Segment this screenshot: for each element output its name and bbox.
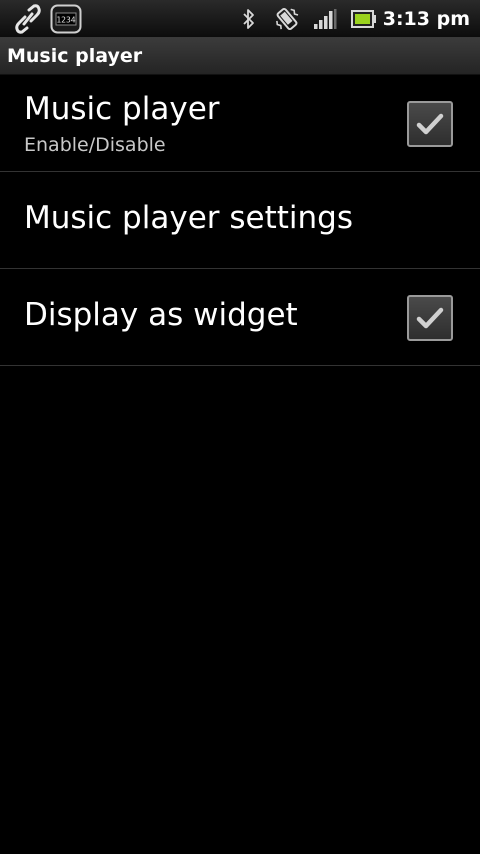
page-title: Music player <box>7 45 143 67</box>
app-1234-icon: 1234 <box>50 0 82 38</box>
pref-summary: Enable/Disable <box>24 134 166 156</box>
display-as-widget-checkbox[interactable] <box>407 295 453 341</box>
status-bar: 1234 3:13 pm <box>0 0 480 38</box>
pref-title: Music player settings <box>24 200 353 236</box>
pref-music-player-settings[interactable]: Music player settings <box>0 172 480 269</box>
music-player-checkbox[interactable] <box>407 101 453 147</box>
checkmark-icon <box>416 113 444 135</box>
link-icon <box>14 0 42 38</box>
app-icon-text: 1234 <box>56 16 75 25</box>
pref-title: Music player <box>24 91 220 127</box>
checkmark-icon <box>416 307 444 329</box>
status-clock: 3:13 pm <box>382 8 470 30</box>
bluetooth-icon <box>238 0 260 38</box>
pref-music-player[interactable]: Music player Enable/Disable <box>0 75 480 172</box>
pref-display-as-widget[interactable]: Display as widget <box>0 269 480 366</box>
pref-title: Display as widget <box>24 297 298 333</box>
title-bar: Music player <box>0 38 480 75</box>
preference-list: Music player Enable/Disable Music player… <box>0 75 480 366</box>
battery-icon <box>350 0 378 38</box>
vibrate-icon <box>272 0 302 38</box>
signal-icon <box>312 0 338 38</box>
